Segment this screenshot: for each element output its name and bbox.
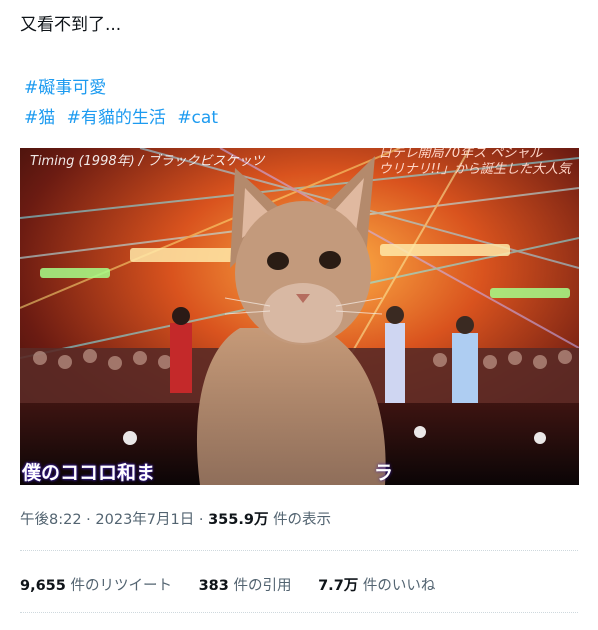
divider (20, 550, 578, 551)
likes-label: 件のいいね (362, 578, 436, 594)
meta-separator: · (198, 512, 204, 528)
hashtag-link[interactable]: #有貓的生活 (67, 108, 166, 128)
engagement-stats: 9,655 件のリツイート 383 件の引用 7.7万 件のいいね (20, 574, 457, 595)
post-time[interactable]: 午後8:22 (20, 512, 82, 528)
meta-separator: · (86, 512, 91, 528)
media-image[interactable]: Timing (1998年) / ブラックビスケッツ 日テレ開局70年ス ペシャ… (20, 148, 579, 485)
divider (20, 612, 578, 613)
quotes-count: 383 (198, 578, 229, 594)
retweets-stat[interactable]: 9,655 件のリツイート (20, 574, 172, 595)
hashtag-link[interactable]: #猫 (24, 108, 55, 128)
post-text: 又看不到了... (20, 15, 122, 35)
hashtag-line-2: #猫 #有貓的生活 #cat (24, 106, 224, 130)
likes-count: 7.7万 (318, 578, 359, 594)
video-caption-broadcast: 日テレ開局70年ス ペシャル ウリナリ!!」から誕生した大人気 (379, 148, 571, 178)
video-caption-lyrics-end: ラ (374, 462, 394, 484)
video-caption-broadcast-line2: ウリナリ!!」から誕生した大人気 (378, 162, 571, 177)
post-meta: 午後8:22 · 2023年7月1日 · 355.9万 件の表示 (20, 508, 331, 529)
video-caption-broadcast-line1: 日テレ開局70年ス ペシャル (378, 148, 543, 161)
cat-concert-photo (20, 148, 579, 485)
video-caption-lyrics: 僕のココロ和ま (22, 462, 156, 484)
video-caption-song: Timing (1998年) / ブラックビスケッツ (30, 154, 265, 169)
hashtag-link[interactable]: #礙事可愛 (24, 78, 106, 98)
hashtag-line-1: #礙事可愛 (24, 76, 112, 100)
quotes-stat[interactable]: 383 件の引用 (199, 574, 292, 595)
hashtag-link[interactable]: #cat (177, 108, 218, 128)
views-count: 355.9万 (208, 512, 269, 528)
quotes-label: 件の引用 (233, 578, 292, 594)
retweets-count: 9,655 (20, 578, 66, 594)
retweets-label: 件のリツイート (70, 578, 172, 594)
post-date[interactable]: 2023年7月1日 (95, 512, 194, 528)
likes-stat[interactable]: 7.7万 件のいいね (318, 574, 435, 595)
views-label: 件の表示 (273, 512, 332, 528)
